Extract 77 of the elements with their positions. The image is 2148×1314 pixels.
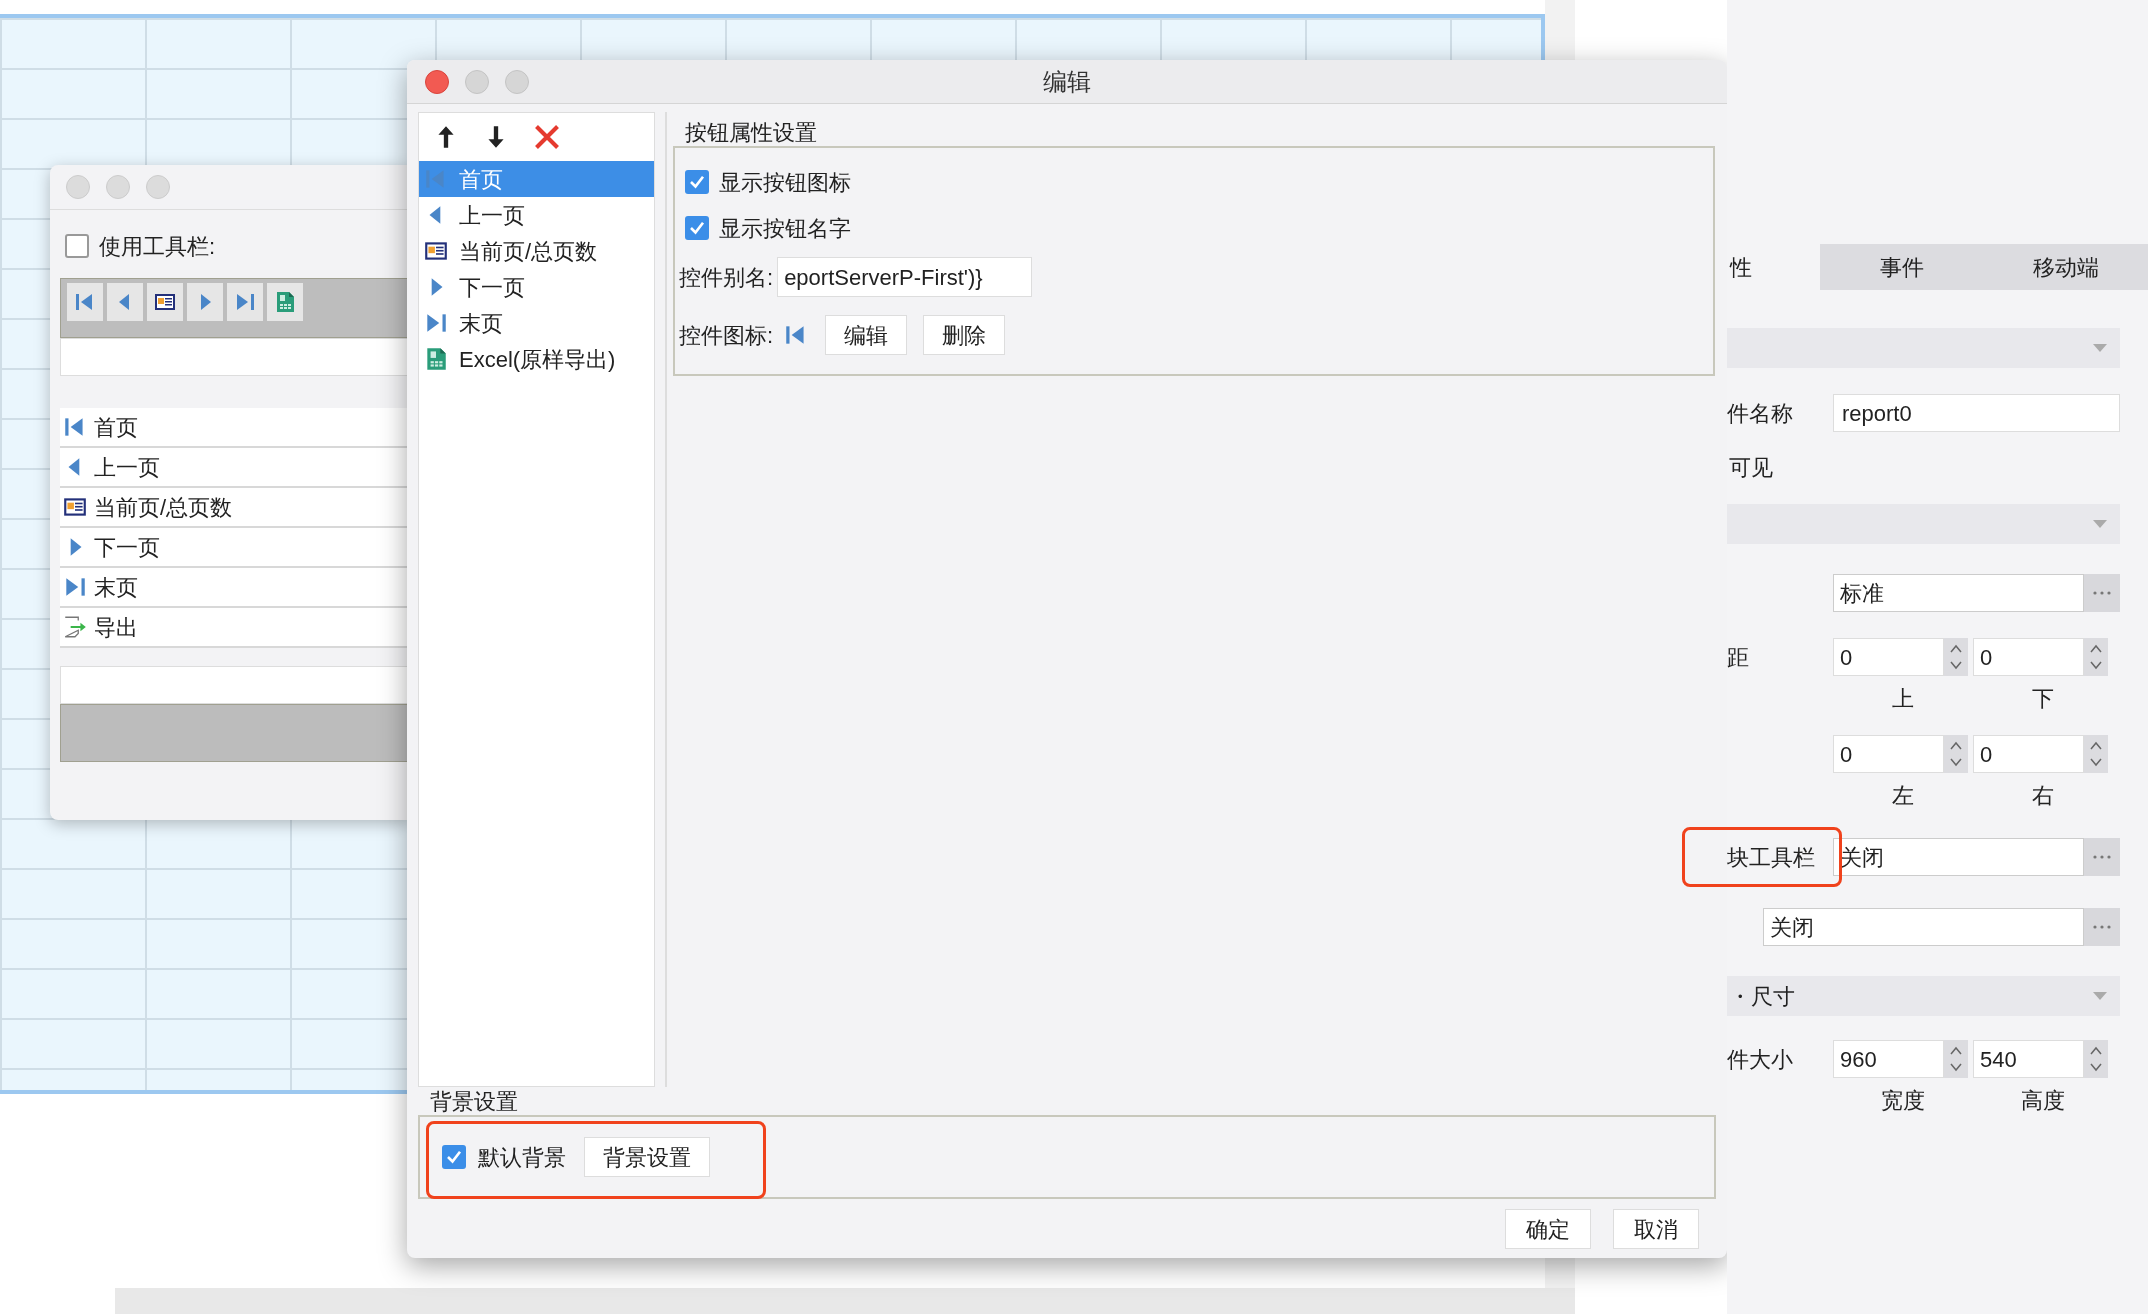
spinner-arrows-icon[interactable] — [1944, 1040, 1968, 1078]
checkmark-icon — [445, 1148, 463, 1166]
field-label: 块工具栏 — [1727, 843, 1816, 872]
spinner-arrows-icon[interactable] — [2084, 1040, 2108, 1078]
icon-action-button[interactable]: 删除 — [923, 315, 1006, 355]
checkbox[interactable] — [65, 234, 89, 258]
text-field[interactable]: report0 — [1833, 394, 2120, 432]
spinner-arrows-icon[interactable] — [2084, 735, 2108, 773]
background-settings-button[interactable]: 背景设置 — [584, 1137, 710, 1177]
checkbox-label: 显示按钮图标 — [719, 168, 851, 197]
icon-action-button[interactable]: 编辑 — [825, 315, 908, 355]
number-field[interactable]: 540 — [1973, 1040, 2084, 1078]
list-item[interactable]: 下一页 — [60, 528, 410, 568]
checkmark-icon — [688, 219, 706, 237]
alias-field[interactable]: eportServerP-First')} — [777, 257, 1033, 297]
export-icon — [62, 614, 88, 640]
panel-tab[interactable]: 移动端 — [1984, 244, 2148, 290]
checkbox-label: 使用工具栏: — [99, 232, 216, 261]
checkmark-icon — [688, 173, 706, 191]
number-field[interactable]: 0 — [1973, 638, 2084, 676]
ellipsis-icon — [2092, 590, 2112, 596]
field-caption: 下 — [2031, 685, 2055, 713]
checkbox-label: 默认背景 — [478, 1143, 566, 1172]
field-caption: 左 — [1891, 782, 1915, 810]
caret-icon — [2092, 991, 2108, 1001]
group-title: 背景设置 — [428, 1089, 520, 1115]
field-caption: 上 — [1891, 685, 1915, 713]
dialog-button[interactable]: 确定 — [1505, 1209, 1591, 1249]
select-field[interactable]: 关闭 — [1833, 838, 2084, 876]
ellipsis-icon — [2092, 924, 2112, 930]
text-field[interactable] — [60, 338, 410, 376]
section-header[interactable]: ・尺寸 — [1727, 976, 2120, 1016]
field-label: 件名称 — [1727, 399, 1794, 428]
toolbar-button[interactable] — [147, 283, 183, 321]
number-field[interactable]: 0 — [1973, 735, 2084, 773]
list-item[interactable]: 当前页/总页数 — [419, 233, 654, 269]
list-item[interactable]: 导出 — [60, 608, 410, 648]
number-field[interactable]: 960 — [1833, 1040, 1944, 1078]
field-label: 控件图标: — [679, 321, 774, 350]
ellipsis-icon — [2092, 854, 2112, 860]
number-field[interactable]: 0 — [1833, 638, 1944, 676]
list-item[interactable]: 下一页 — [419, 269, 654, 305]
field-caption: 宽度 — [1880, 1087, 1926, 1115]
checkbox[interactable] — [685, 170, 709, 194]
checkbox-label: 显示按钮名字 — [719, 214, 851, 243]
list-item[interactable]: 首页 — [60, 408, 410, 448]
field-label: 可见 — [1728, 453, 1773, 482]
field-label: 距 — [1727, 643, 1750, 672]
horizontal-scrollbar[interactable] — [115, 1288, 1575, 1314]
spinner-arrows-icon[interactable] — [1944, 638, 1968, 676]
field-label: 件大小 — [1727, 1045, 1794, 1074]
list-item[interactable]: 末页 — [60, 568, 410, 608]
list-item[interactable]: Excel(原样导出) — [419, 341, 654, 377]
select-field[interactable]: 关闭 — [1763, 908, 2084, 946]
close-icon[interactable] — [425, 70, 449, 94]
window-title: 编辑 — [1043, 66, 1091, 97]
caret-icon — [2092, 343, 2108, 353]
group-title: 按钮属性设置 — [683, 120, 819, 146]
section-title: ・尺寸 — [1728, 982, 1795, 1011]
close-icon[interactable] — [533, 123, 561, 151]
field-label: 控件别名: — [679, 263, 774, 292]
field-caption: 右 — [2031, 782, 2055, 810]
list-item[interactable]: 当前页/总页数 — [60, 488, 410, 528]
checkbox[interactable] — [442, 1145, 466, 1169]
spinner-arrows-icon[interactable] — [2084, 638, 2108, 676]
caret-icon — [2092, 519, 2108, 529]
dialog-button[interactable]: 取消 — [1613, 1209, 1699, 1249]
list-item[interactable]: 上一页 — [60, 448, 410, 488]
checkbox[interactable] — [685, 216, 709, 240]
select-field[interactable]: 标准 — [1833, 574, 2084, 612]
number-field[interactable]: 0 — [1833, 735, 1944, 773]
text-field[interactable] — [60, 666, 410, 704]
field-caption: 高度 — [2020, 1087, 2066, 1115]
list-item[interactable]: 上一页 — [419, 197, 654, 233]
spinner-arrows-icon[interactable] — [1944, 735, 1968, 773]
list-item[interactable]: 末页 — [419, 305, 654, 341]
panel-tab[interactable]: 事件 — [1820, 244, 1984, 290]
